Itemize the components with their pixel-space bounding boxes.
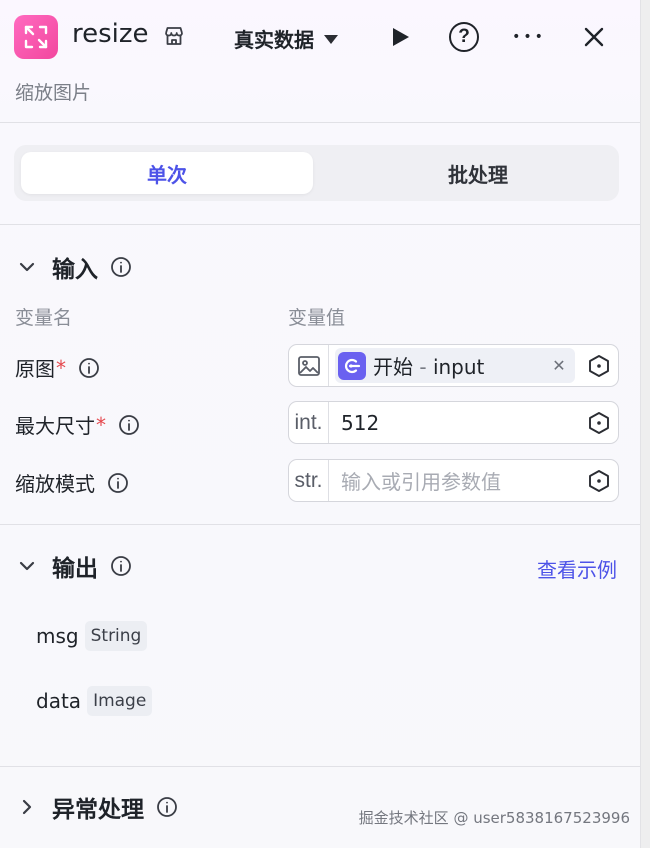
variable-reference-tag[interactable]: 开始 - input ✕ [335, 348, 575, 383]
help-icon: ? [449, 22, 479, 52]
output-field-row: data Image [36, 686, 153, 716]
divider [0, 224, 640, 225]
variable-hexagon-icon [589, 411, 609, 434]
input-section-header: 输入 [14, 252, 132, 283]
output-section-title: 输出 [52, 556, 98, 582]
remove-reference-icon[interactable]: ✕ [548, 355, 570, 377]
tab-batch[interactable]: 批处理 [332, 152, 624, 194]
store-icon[interactable] [163, 25, 185, 47]
info-icon[interactable] [78, 357, 100, 379]
close-icon [584, 27, 604, 47]
divider [0, 524, 640, 525]
exception-section-header: 异常处理 [14, 792, 178, 823]
exception-section-title: 异常处理 [52, 797, 144, 823]
image-type-indicator [289, 345, 329, 386]
reference-field: input [432, 355, 485, 379]
param-label-text: 最大尺寸 [15, 414, 95, 438]
info-icon[interactable] [156, 796, 178, 818]
param-label-text: 原图 [15, 357, 55, 381]
type-indicator: int. [289, 402, 329, 443]
column-header-value: 变量值 [288, 307, 346, 329]
info-icon[interactable] [118, 414, 140, 436]
reference-label: 开始 - input [373, 351, 548, 380]
param-label-original-image: 原图 * [15, 353, 100, 382]
required-mark: * [96, 412, 106, 437]
max-size-input[interactable]: 512 [329, 411, 580, 435]
tab-single[interactable]: 单次 [21, 152, 313, 194]
node-description[interactable]: 缩放图片 [15, 78, 91, 105]
output-field-row: msg String [36, 621, 148, 651]
more-icon: ••• [512, 29, 546, 45]
chevron-down-icon[interactable] [14, 553, 40, 579]
variable-picker-button[interactable] [580, 460, 618, 501]
max-size-field[interactable]: int. 512 [288, 401, 619, 444]
reference-separator: - [413, 355, 433, 379]
output-field-type-badge: Image [87, 686, 153, 716]
run-button[interactable] [382, 19, 418, 55]
type-indicator: str. [289, 460, 329, 501]
chevron-down-icon[interactable] [14, 254, 40, 280]
info-icon[interactable] [107, 472, 129, 494]
play-icon [393, 28, 409, 46]
original-image-field[interactable]: 开始 - input ✕ [288, 344, 619, 387]
scale-mode-field[interactable]: str. 输入或引用参数值 [288, 459, 619, 502]
image-icon [297, 355, 320, 376]
column-header-name: 变量名 [15, 307, 73, 329]
output-section-header: 输出 [14, 551, 132, 582]
run-mode-tabs: 单次 批处理 [14, 145, 619, 201]
variable-picker-button[interactable] [580, 345, 618, 386]
variable-hexagon-icon [589, 354, 609, 377]
info-icon[interactable] [110, 555, 132, 577]
data-mode-select[interactable]: 真实数据 [234, 24, 338, 52]
param-label-max-size: 最大尺寸 * [15, 410, 140, 439]
required-mark: * [56, 355, 66, 380]
close-button[interactable] [576, 19, 612, 55]
node-config-panel: resize 真实数据 ? ••• 缩放图片 单次 批处理 输入 变量名 变量值… [0, 0, 640, 848]
info-icon[interactable] [110, 256, 132, 278]
output-field-name: data [36, 689, 82, 713]
caret-down-icon [324, 34, 338, 44]
reference-source: 开始 [373, 355, 413, 379]
divider [0, 766, 640, 767]
panel-edge [640, 0, 650, 848]
node-title[interactable]: resize [72, 19, 149, 49]
chevron-right-icon[interactable] [14, 794, 40, 820]
divider [0, 122, 640, 123]
data-mode-label: 真实数据 [234, 27, 314, 52]
resize-node-icon [14, 15, 58, 59]
output-field-name: msg [36, 624, 79, 648]
panel-header: resize 真实数据 ? ••• [0, 0, 640, 74]
input-section-title: 输入 [52, 257, 98, 283]
output-field-type-badge: String [84, 621, 148, 651]
help-button[interactable]: ? [446, 19, 482, 55]
param-label-text: 缩放模式 [15, 472, 95, 496]
variable-picker-button[interactable] [580, 402, 618, 443]
variable-hexagon-icon [589, 469, 609, 492]
scale-mode-input[interactable]: 输入或引用参数值 [329, 466, 580, 495]
param-label-scale-mode: 缩放模式 [15, 468, 129, 497]
view-example-link[interactable]: 查看示例 [537, 554, 617, 583]
more-button[interactable]: ••• [511, 19, 547, 55]
watermark: 掘金技术社区 @ user5838167523996 [358, 809, 630, 827]
start-node-icon [338, 351, 366, 380]
